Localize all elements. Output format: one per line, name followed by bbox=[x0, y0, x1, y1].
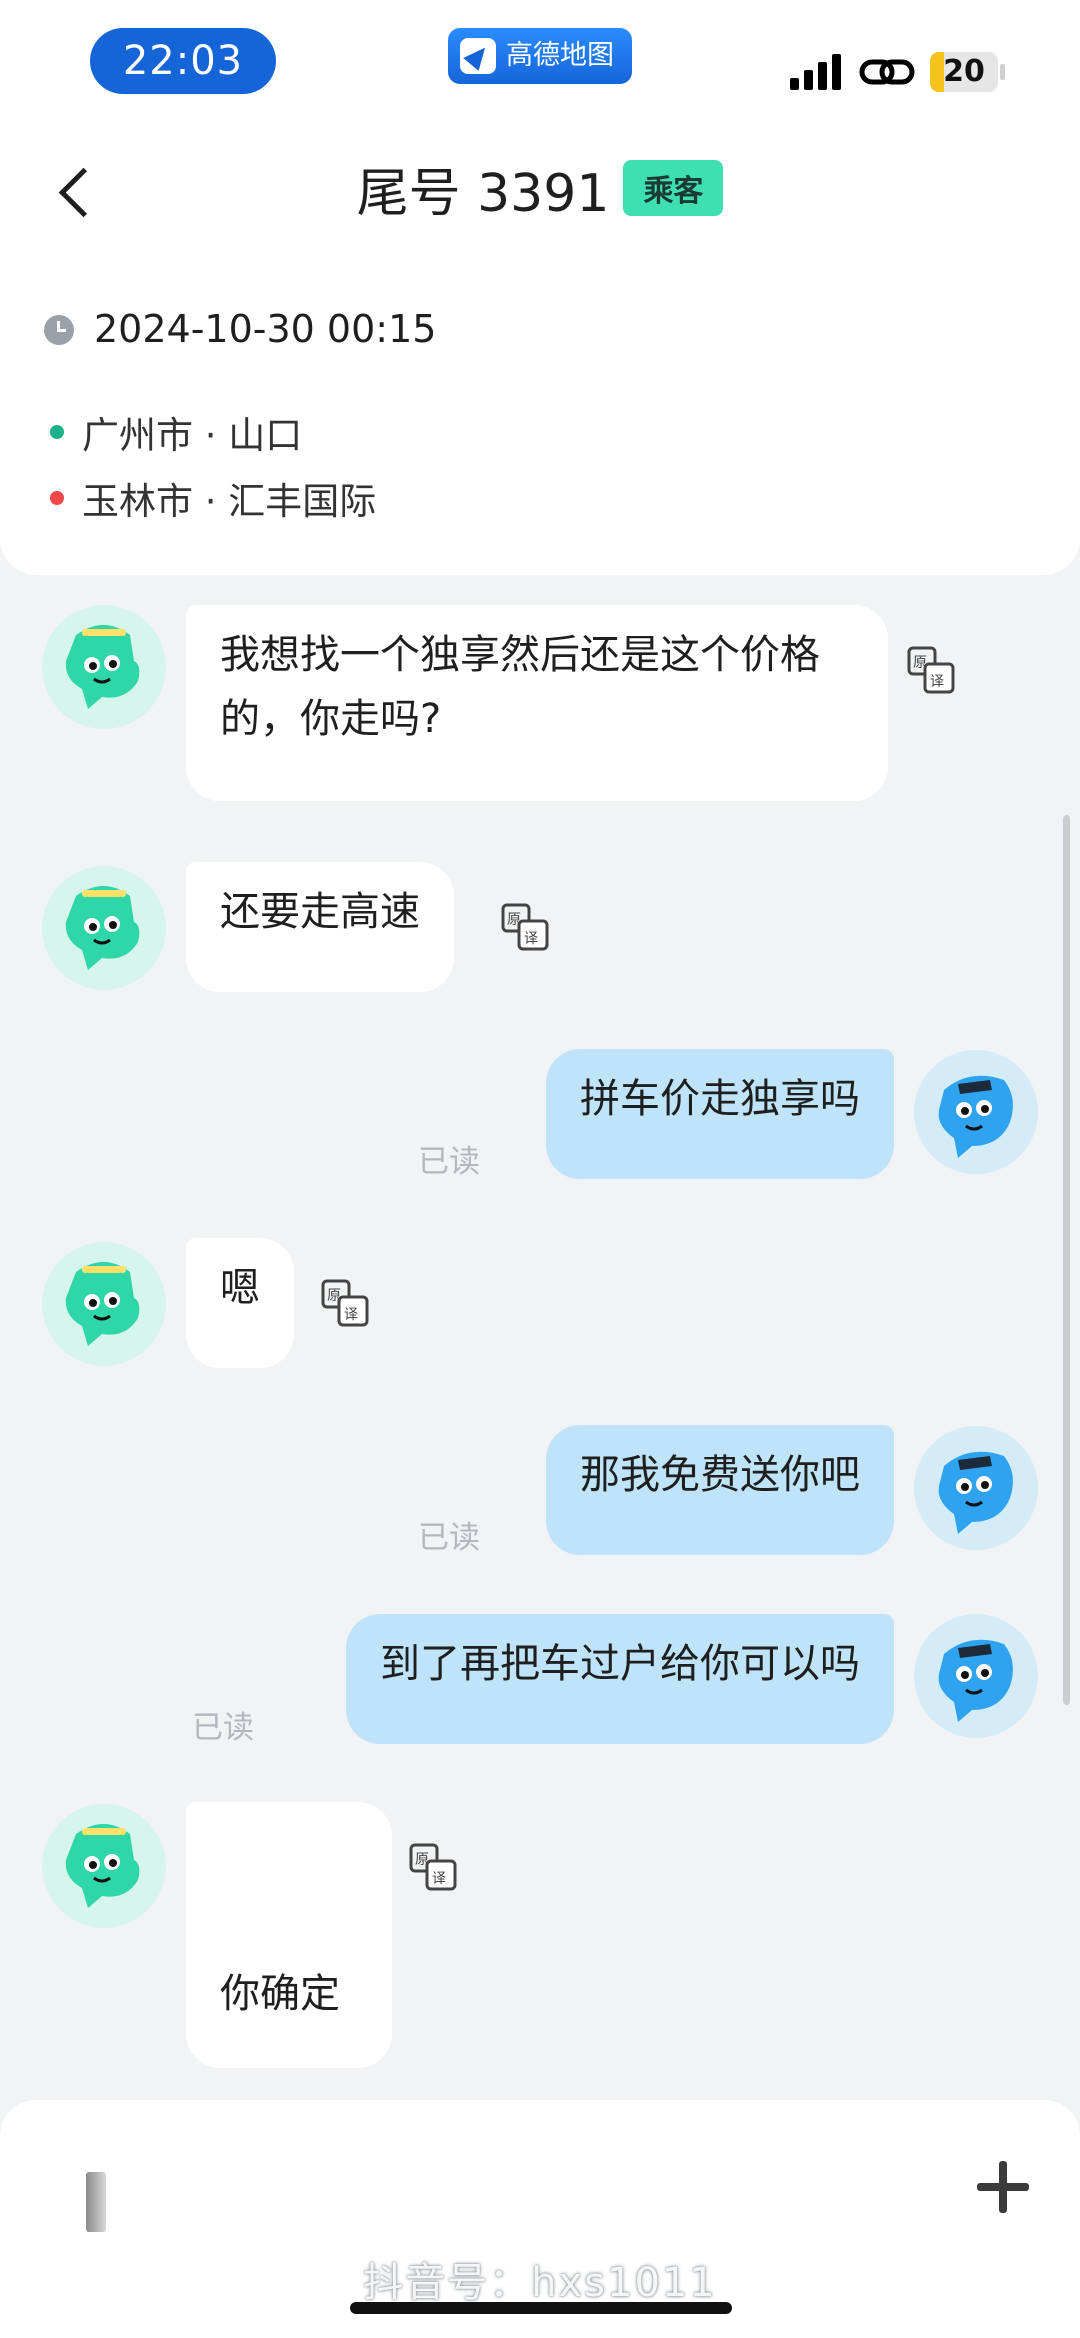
svg-text:原: 原 bbox=[507, 912, 521, 928]
page-title: 尾号 3391 bbox=[356, 163, 610, 224]
destination-row: 玉林市 · 汇丰国际 bbox=[50, 471, 376, 525]
translate-icon[interactable]: 原译 bbox=[408, 1842, 458, 1892]
clock-icon bbox=[44, 315, 74, 345]
passenger-avatar[interactable] bbox=[42, 1242, 166, 1366]
watermark-text: 抖音号：hxs1011 bbox=[363, 2260, 717, 2306]
message-bubble[interactable]: 到了再把车过户给你可以吗 bbox=[346, 1614, 894, 1744]
role-badge: 乘客 bbox=[623, 160, 724, 216]
status-bar: 22:03 高德地图 20 bbox=[0, 0, 1080, 125]
signal-icon bbox=[790, 54, 842, 90]
destination-location: 玉林市 · 汇丰国际 bbox=[82, 480, 377, 523]
link-icon bbox=[859, 59, 915, 85]
read-status: 已读 bbox=[418, 1144, 480, 1180]
driver-avatar[interactable] bbox=[914, 1426, 1038, 1550]
message-bubble[interactable]: 我想找一个独享然后还是这个价格的，你走吗? bbox=[186, 605, 888, 801]
home-indicator[interactable] bbox=[350, 2302, 732, 2314]
battery-icon: 20 bbox=[930, 52, 1006, 92]
read-status: 已读 bbox=[192, 1710, 254, 1746]
svg-text:译: 译 bbox=[344, 1307, 358, 1323]
plus-icon[interactable] bbox=[968, 2152, 1038, 2222]
origin-location: 广州市 · 山口 bbox=[82, 414, 303, 457]
message-bubble[interactable]: 拼车价走独享吗 bbox=[546, 1049, 894, 1179]
read-status: 已读 bbox=[418, 1520, 480, 1556]
battery-level: 20 bbox=[943, 54, 985, 89]
origin-row: 广州市 · 山口 bbox=[50, 405, 302, 459]
driver-avatar[interactable] bbox=[914, 1050, 1038, 1174]
chat-scrollbar[interactable] bbox=[1063, 815, 1070, 1705]
navigation-icon bbox=[460, 38, 496, 74]
text-cursor bbox=[86, 2172, 106, 2232]
origin-dot-icon bbox=[50, 425, 64, 439]
passenger-avatar[interactable] bbox=[42, 1804, 166, 1928]
header-title-group: 尾号 3391 乘客 bbox=[0, 153, 1080, 224]
svg-text:原: 原 bbox=[415, 1852, 429, 1868]
svg-text:译: 译 bbox=[432, 1871, 446, 1887]
app-return-badge[interactable]: 高德地图 bbox=[448, 28, 632, 84]
message-bubble[interactable]: 那我免费送你吧 bbox=[546, 1425, 894, 1555]
translate-icon[interactable]: 原译 bbox=[320, 1278, 370, 1328]
destination-dot-icon bbox=[50, 491, 64, 505]
trip-info-card: 2024-10-30 00:15 广州市 · 山口 玉林市 · 汇丰国际 bbox=[0, 255, 1080, 575]
passenger-avatar[interactable] bbox=[42, 866, 166, 990]
translate-icon[interactable]: 原译 bbox=[906, 645, 956, 695]
message-bubble[interactable]: 还要走高速 bbox=[186, 862, 454, 992]
svg-text:译: 译 bbox=[930, 674, 944, 690]
status-time: 22:03 bbox=[90, 28, 276, 94]
svg-text:原: 原 bbox=[913, 655, 927, 671]
chat-header: 尾号 3391 乘客 bbox=[0, 125, 1080, 255]
app-badge-label: 高德地图 bbox=[506, 40, 614, 71]
svg-text:译: 译 bbox=[524, 931, 538, 947]
trip-datetime: 2024-10-30 00:15 bbox=[94, 307, 437, 351]
passenger-avatar[interactable] bbox=[42, 605, 166, 729]
driver-avatar[interactable] bbox=[914, 1614, 1038, 1738]
message-bubble[interactable]: 嗯 bbox=[186, 1238, 294, 1368]
translate-icon[interactable]: 原译 bbox=[500, 902, 550, 952]
message-bubble[interactable]: 你确定 bbox=[186, 1802, 392, 2068]
svg-text:原: 原 bbox=[327, 1288, 341, 1304]
message-input[interactable] bbox=[40, 2130, 940, 2250]
